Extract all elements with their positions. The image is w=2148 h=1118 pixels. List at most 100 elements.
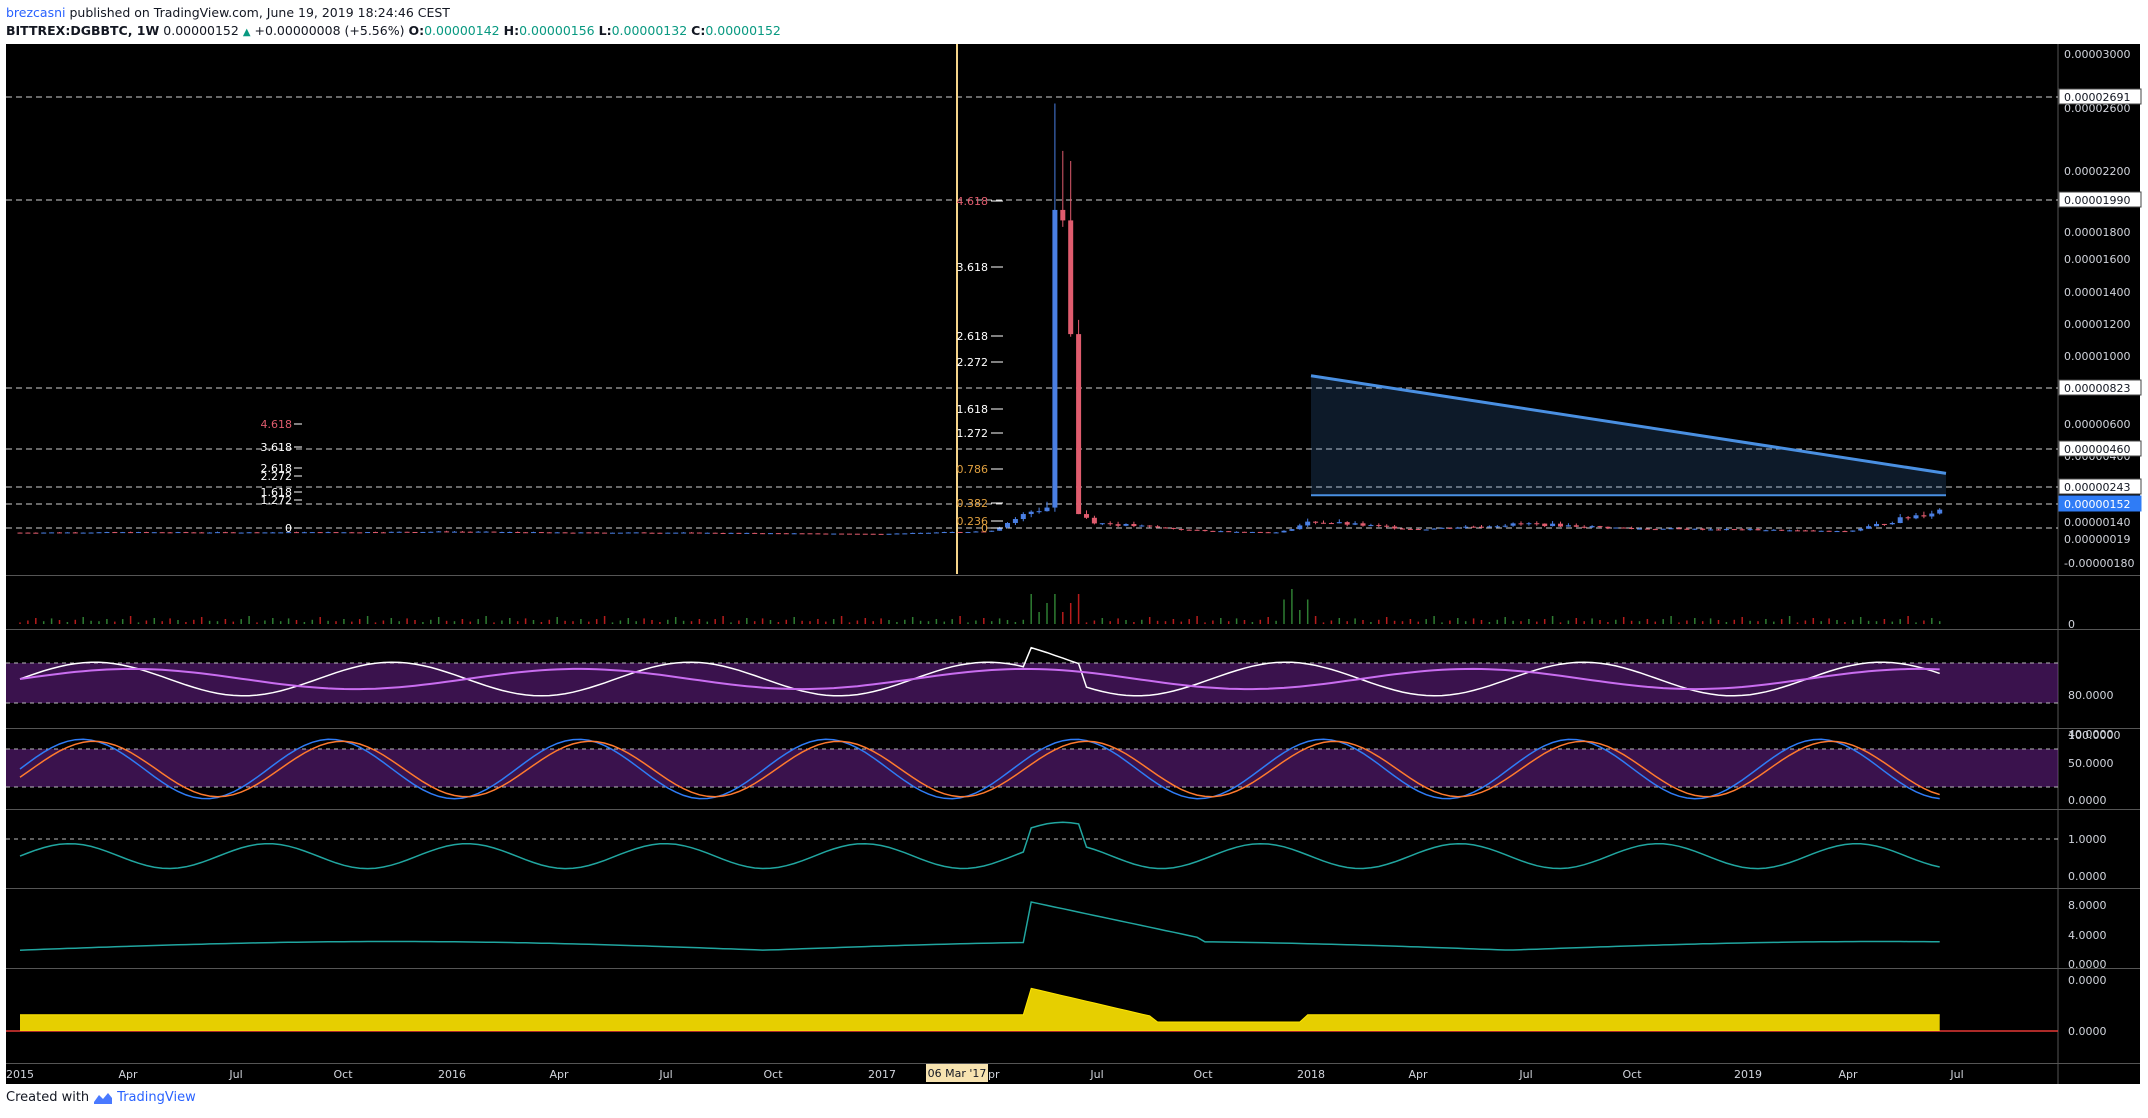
indicator-tick-label: 0.0000 xyxy=(2068,1025,2107,1038)
time-tick-label: Apr xyxy=(1408,1068,1428,1081)
candle-body xyxy=(238,532,244,534)
candle-body xyxy=(649,532,655,534)
candle-body xyxy=(886,533,892,535)
candle-body xyxy=(1637,528,1642,530)
candle-body xyxy=(1091,517,1097,524)
candle-body xyxy=(546,532,552,534)
candle-body xyxy=(1526,523,1532,525)
candle-body xyxy=(1542,523,1548,527)
candle-body xyxy=(1289,529,1295,531)
candle-body xyxy=(1652,529,1658,531)
indicator-tick-label: 0.0000 xyxy=(2068,794,2107,807)
candle-body xyxy=(1123,524,1129,526)
candle-body xyxy=(1913,515,1919,519)
publish-line: brezcasni published on TradingView.com, … xyxy=(6,4,781,22)
candle-body xyxy=(689,532,694,534)
candle-body xyxy=(341,532,347,534)
candle-body xyxy=(578,532,584,534)
candle-body xyxy=(230,532,236,534)
candle-body xyxy=(1550,523,1556,527)
price-tick-label: 0.00003000 xyxy=(2064,48,2130,61)
candle-body xyxy=(610,532,615,534)
candle-body xyxy=(1494,526,1500,528)
candle-body xyxy=(594,532,600,534)
fib-level-label: 4.618 xyxy=(261,418,293,431)
candle-body xyxy=(847,533,852,535)
candle-body xyxy=(444,531,450,533)
time-tick-label: 2018 xyxy=(1297,1068,1325,1081)
indicator-tick-label: 0.0000 xyxy=(2068,870,2107,883)
crosshair-date-label: 06 Mar '17 xyxy=(928,1067,987,1080)
candle-body xyxy=(1502,525,1508,527)
candle-body xyxy=(64,532,70,534)
candle-body xyxy=(1755,529,1761,531)
candle-body xyxy=(1226,531,1232,533)
time-tick-label: Oct xyxy=(1193,1068,1213,1081)
candle-body xyxy=(1170,527,1176,529)
candle-body xyxy=(80,532,86,534)
candle-body xyxy=(1684,528,1690,530)
candle-body xyxy=(799,533,805,535)
fib-level-label: 0 xyxy=(981,522,988,535)
candle-body xyxy=(1455,527,1461,529)
candle-body xyxy=(365,532,371,534)
candle-body xyxy=(681,532,687,534)
candle-body xyxy=(104,532,110,534)
candle-body xyxy=(704,532,710,534)
time-tick-label: Apr xyxy=(118,1068,138,1081)
candle-body xyxy=(396,531,402,533)
candle-body xyxy=(1660,528,1666,530)
candle-body xyxy=(207,532,213,534)
candle-body xyxy=(1076,334,1082,515)
price-level-label: 0.00002691 xyxy=(2064,91,2130,104)
chart-canvas[interactable]: 0.000030000.000026000.000022000.00001800… xyxy=(0,44,2148,1084)
price-tick-label: -0.00000180 xyxy=(2064,557,2134,570)
candle-body xyxy=(254,532,260,534)
price-change: +0.00000008 (+5.56%) xyxy=(254,23,405,38)
fib-level-label: 0.786 xyxy=(957,463,989,476)
candle-body xyxy=(151,532,157,534)
candle-body xyxy=(1439,527,1445,529)
candle-body xyxy=(1518,523,1524,525)
candle-body xyxy=(1265,532,1271,534)
candle-body xyxy=(412,531,418,533)
author-link[interactable]: brezcasni xyxy=(6,5,66,20)
candle-body xyxy=(673,532,679,534)
candle-body xyxy=(1115,524,1121,526)
candle-body xyxy=(1921,515,1927,517)
candle-body xyxy=(1321,522,1326,524)
candle-body xyxy=(1407,528,1413,530)
tradingview-link[interactable]: TradingView xyxy=(117,1090,196,1105)
time-tick-label: Oct xyxy=(1622,1068,1642,1081)
close-label: C: xyxy=(691,23,706,38)
candle-body xyxy=(1052,209,1058,508)
candle-body xyxy=(436,531,442,533)
candle-body xyxy=(657,532,663,534)
candle-body xyxy=(633,532,639,534)
tradingview-logo-icon xyxy=(94,1092,113,1104)
time-tick-label: Jul xyxy=(1518,1068,1532,1081)
candle-body xyxy=(1842,531,1848,533)
price-level-label: 0.00000823 xyxy=(2064,382,2130,395)
candle-body xyxy=(1313,521,1319,523)
candle-body xyxy=(839,533,845,535)
candle-body xyxy=(1629,527,1635,529)
candle-body xyxy=(1716,529,1721,531)
candle-body xyxy=(72,532,78,534)
open-value: 0.00000142 xyxy=(424,23,500,38)
candle-body xyxy=(1202,530,1208,532)
candle-body xyxy=(428,531,434,533)
time-tick-label: 2017 xyxy=(868,1068,896,1081)
candle-body xyxy=(531,532,536,534)
candle-body xyxy=(420,531,426,533)
candle-body xyxy=(507,531,513,533)
fib-level-label: 1.272 xyxy=(957,427,989,440)
time-tick-label: 2015 xyxy=(6,1068,34,1081)
fib-level-label: 2.272 xyxy=(261,470,293,483)
candle-body xyxy=(1881,523,1887,525)
candle-body xyxy=(317,532,323,534)
up-triangle-icon: ▲ xyxy=(242,27,251,38)
price-tick-label: 0.00001000 xyxy=(2064,350,2130,363)
indicator-tick-label: 100.0000 xyxy=(2068,729,2121,742)
indicator-tick-label: 4.0000 xyxy=(2068,929,2107,942)
